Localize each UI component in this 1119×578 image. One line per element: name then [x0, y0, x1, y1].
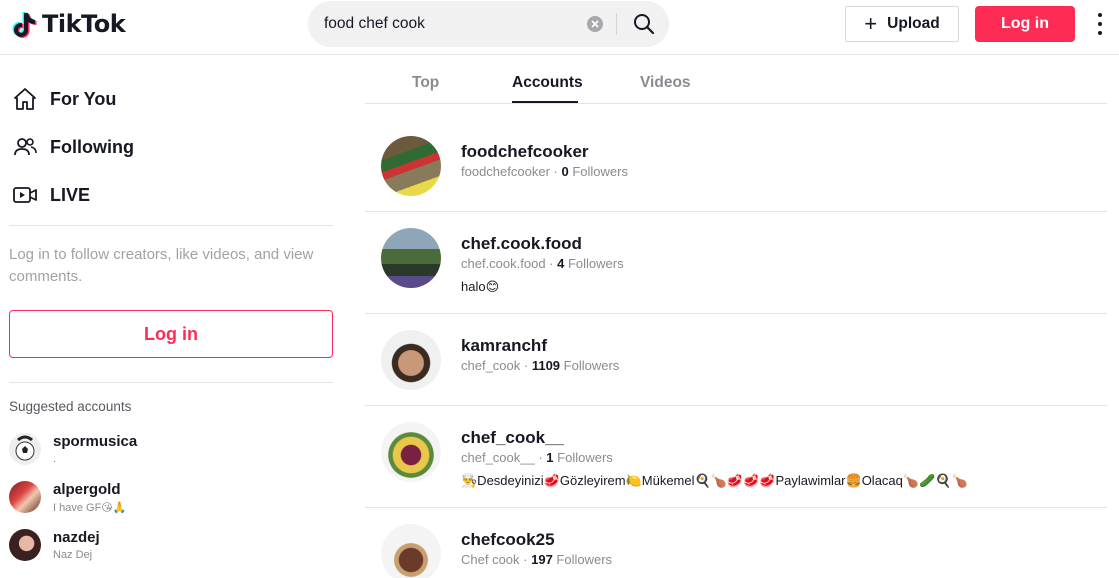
- search-input[interactable]: food chef cook: [324, 15, 425, 33]
- avatar: [381, 330, 441, 390]
- avatar: [9, 481, 41, 513]
- account-result[interactable]: kamranchf chef_cook · 1109 Followers: [365, 314, 1107, 406]
- avatar: [381, 228, 441, 288]
- home-icon: [14, 88, 36, 110]
- active-tab-indicator: [512, 101, 578, 103]
- plus-icon: +: [864, 11, 878, 36]
- login-hint-text: Log in to follow creators, like videos, …: [9, 246, 314, 285]
- login-button[interactable]: Log in: [975, 6, 1075, 42]
- account-meta: chef_cook · 1109 Followers: [461, 358, 620, 373]
- account-username: chef_cook__: [461, 428, 564, 447]
- account-meta: chef.cook.food · 4 Followers: [461, 256, 624, 271]
- suggested-account[interactable]: nazdej Naz Dej: [9, 529, 329, 569]
- logo-text: TikTok: [42, 10, 126, 38]
- suggested-accounts-title: Suggested accounts: [9, 399, 132, 414]
- search-bar: food chef cook: [308, 1, 669, 47]
- sidebar-login-button[interactable]: Log in: [9, 310, 333, 358]
- account-result[interactable]: chef.cook.food chef.cook.food · 4 Follow…: [365, 212, 1107, 314]
- tiktok-logo[interactable]: TikTok: [12, 9, 126, 39]
- nav-for-you-label: For You: [50, 88, 117, 109]
- upload-button[interactable]: + Upload: [845, 6, 959, 42]
- suggested-username: nazdej: [53, 529, 100, 546]
- suggested-nickname: Naz Dej: [53, 549, 93, 561]
- avatar: [381, 422, 441, 482]
- clear-search-icon[interactable]: [587, 16, 603, 32]
- suggested-username: spormusica: [53, 433, 138, 450]
- account-username: chef.cook.food: [461, 234, 582, 253]
- account-meta: foodchefcooker · 0 Followers: [461, 164, 628, 179]
- users-icon: [14, 138, 37, 156]
- account-bio: 👨‍🍳Desdeyinizi🥩Gözleyirem🍋Mükemel🍳🍗🥩🥩🥩Pa…: [461, 473, 968, 488]
- search-results: Top Accounts Videos foodchefcooker foodc…: [365, 56, 1107, 578]
- nav-following-label: Following: [50, 136, 134, 157]
- account-result[interactable]: chef_cook__ chef_cook__ · 1 Followers 👨‍…: [365, 406, 1107, 508]
- avatar: [9, 529, 41, 561]
- account-username: foodchefcooker: [461, 142, 589, 161]
- nav-live-label: LIVE: [50, 184, 91, 205]
- avatar: [9, 433, 41, 465]
- live-camera-icon: [13, 187, 37, 203]
- tiktok-logo-icon: [12, 12, 37, 38]
- suggested-account[interactable]: alpergold I have GF😘🙏: [9, 481, 329, 521]
- tab-top[interactable]: Top: [412, 74, 439, 92]
- account-username: chefcook25: [461, 530, 555, 549]
- result-tabs: Top Accounts Videos: [365, 56, 1107, 104]
- suggested-nickname: I have GF😘🙏: [53, 502, 127, 514]
- account-username: kamranchf: [461, 336, 547, 355]
- suggested-nickname: .: [53, 453, 57, 465]
- suggested-username: alpergold: [53, 481, 121, 498]
- upload-label: Upload: [887, 15, 940, 32]
- search-icon: [633, 14, 654, 35]
- suggested-account[interactable]: spormusica .: [9, 433, 329, 473]
- account-meta: Chef cook · 197 Followers: [461, 552, 613, 567]
- account-meta: chef_cook__ · 1 Followers: [461, 450, 613, 465]
- nav-following[interactable]: Following: [12, 134, 134, 160]
- search-divider: [616, 13, 617, 35]
- sidebar-divider: [9, 225, 333, 226]
- tab-videos[interactable]: Videos: [640, 74, 691, 92]
- search-button[interactable]: [618, 1, 669, 47]
- more-options-icon[interactable]: [1092, 13, 1108, 35]
- top-header: TikTok food chef cook + Upload Log in: [0, 0, 1119, 55]
- avatar: [381, 136, 441, 196]
- account-result[interactable]: chefcook25 Chef cook · 197 Followers: [365, 508, 1107, 578]
- sidebar-divider: [9, 382, 333, 383]
- sidebar: For You Following LIVE Log in to follow …: [0, 56, 340, 578]
- nav-for-you[interactable]: For You: [12, 86, 116, 112]
- account-bio: halo😊: [461, 279, 500, 294]
- account-result[interactable]: foodchefcooker foodchefcooker · 0 Follow…: [365, 104, 1107, 212]
- avatar: [381, 524, 441, 578]
- tab-accounts[interactable]: Accounts: [512, 74, 583, 92]
- nav-live[interactable]: LIVE: [12, 182, 90, 208]
